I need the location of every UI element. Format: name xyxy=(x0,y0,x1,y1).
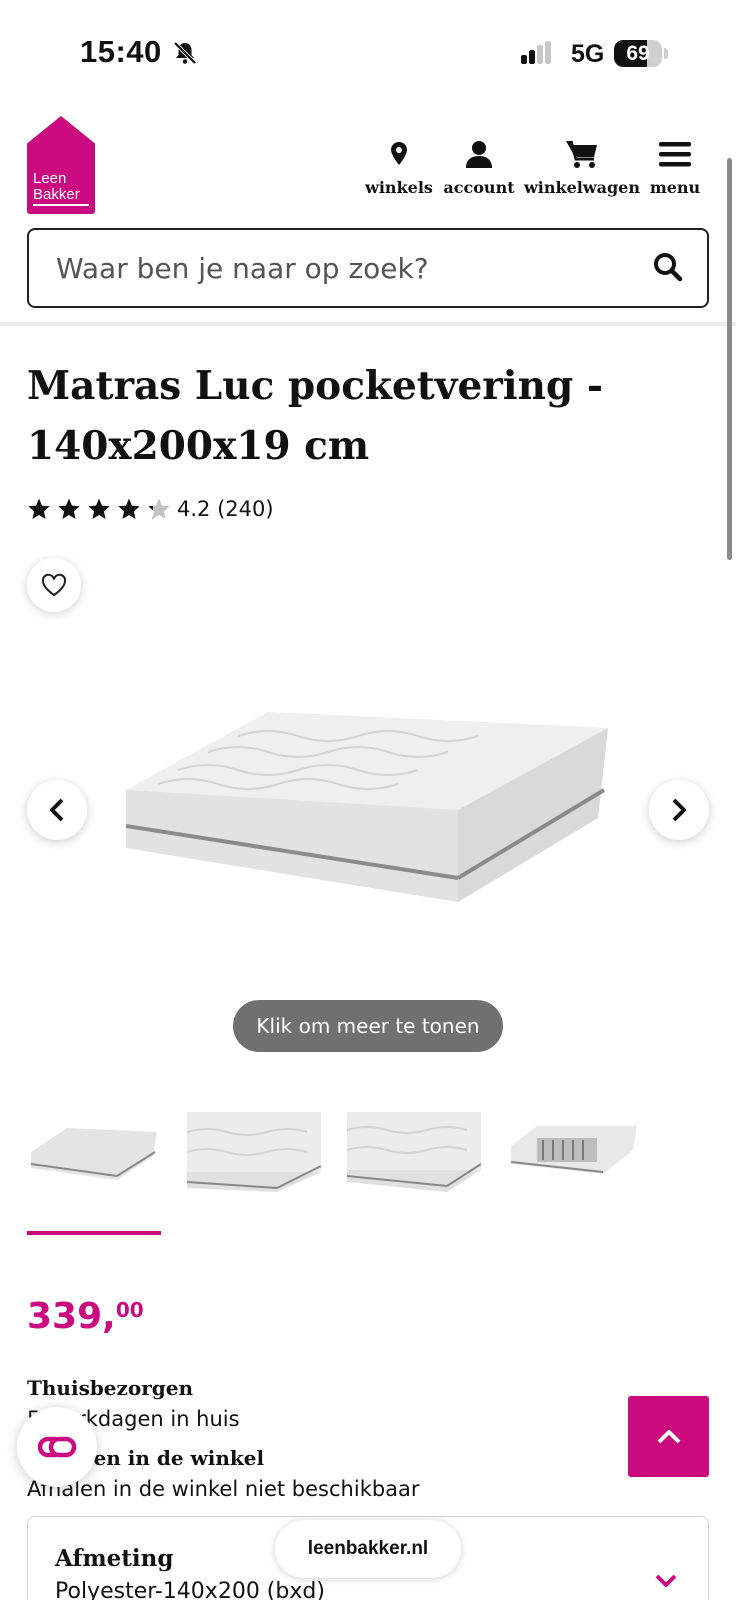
page-scrollbar[interactable] xyxy=(727,158,732,560)
star-icon xyxy=(58,498,80,519)
chevron-left-icon xyxy=(50,798,64,822)
battery-level: 69 xyxy=(626,42,650,65)
status-time: 15:40 xyxy=(80,34,162,69)
thumbnail-4[interactable] xyxy=(507,1112,641,1198)
thumbnail-2[interactable] xyxy=(187,1112,321,1198)
search-icon[interactable] xyxy=(653,252,683,282)
nav-stores[interactable]: winkels xyxy=(362,136,436,197)
size-value: Polyester-140x200 (bxd) xyxy=(55,1579,325,1600)
signal-icon xyxy=(521,41,551,64)
gallery-prev-button[interactable] xyxy=(27,780,87,840)
hamburger-menu-icon xyxy=(659,142,691,167)
scroll-to-top-button[interactable] xyxy=(628,1396,709,1477)
home-delivery-title: Thuisbezorgen xyxy=(27,1376,194,1400)
heart-icon xyxy=(41,573,67,597)
chat-button[interactable] xyxy=(17,1407,97,1487)
store-pickup-text: Afhalen in de winkel niet beschikbaar xyxy=(27,1477,420,1501)
battery-tip xyxy=(664,48,668,59)
star-icon xyxy=(88,498,110,519)
thumbnail-1[interactable] xyxy=(27,1112,161,1198)
price-whole: 339, xyxy=(27,1296,116,1337)
browser-url-bar[interactable]: leenbakker.nl xyxy=(275,1520,461,1578)
thumbnail-active-indicator xyxy=(27,1231,161,1235)
chevron-down-icon xyxy=(655,1574,677,1587)
star-partial-icon xyxy=(148,498,170,519)
product-title: Matras Luc pocketvering - 140x200x19 cm xyxy=(27,363,604,469)
logo-underline xyxy=(33,204,89,206)
search-placeholder: Waar ben je naar op zoek? xyxy=(56,252,429,285)
wishlist-button[interactable] xyxy=(27,558,81,612)
size-label: Afmeting xyxy=(55,1545,174,1572)
thumbnail-3[interactable] xyxy=(347,1112,481,1198)
bell-muted-icon xyxy=(173,41,197,65)
network-type: 5G xyxy=(571,40,605,68)
logo-text-line2: Bakker xyxy=(33,186,80,203)
product-rating[interactable]: 4.2 (240) xyxy=(27,497,274,521)
show-more-button[interactable]: Klik om meer te tonen xyxy=(233,1000,503,1052)
chat-logo-icon xyxy=(37,1436,77,1458)
product-main-image[interactable] xyxy=(118,700,618,920)
nav-account[interactable]: account xyxy=(443,136,515,197)
price-cents: 00 xyxy=(115,1298,144,1322)
leen-bakker-logo[interactable]: Leen Bakker xyxy=(27,116,95,214)
star-icon xyxy=(118,498,140,519)
rating-stars xyxy=(27,497,171,521)
nav-menu-label: menu xyxy=(649,178,701,197)
location-pin-icon xyxy=(391,142,407,165)
gallery-next-button[interactable] xyxy=(649,780,709,840)
nav-account-label: account xyxy=(443,178,515,197)
rating-value: 4.2 (240) xyxy=(177,497,274,521)
nav-stores-label: winkels xyxy=(365,178,433,197)
header-divider xyxy=(0,322,736,326)
nav-menu[interactable]: menu xyxy=(648,136,702,197)
user-icon xyxy=(466,141,492,168)
search-input[interactable]: Waar ben je naar op zoek? xyxy=(27,228,709,308)
star-icon xyxy=(28,498,50,519)
product-price: 339,00 xyxy=(27,1296,144,1337)
shopping-cart-icon xyxy=(566,140,597,168)
nav-cart-label: winkelwagen xyxy=(524,178,640,197)
battery-icon: 69 xyxy=(614,40,662,67)
nav-cart[interactable]: winkelwagen xyxy=(524,136,640,197)
chevron-right-icon xyxy=(672,798,686,822)
chevron-up-icon xyxy=(657,1429,680,1443)
logo-text-line1: Leen xyxy=(33,170,67,187)
